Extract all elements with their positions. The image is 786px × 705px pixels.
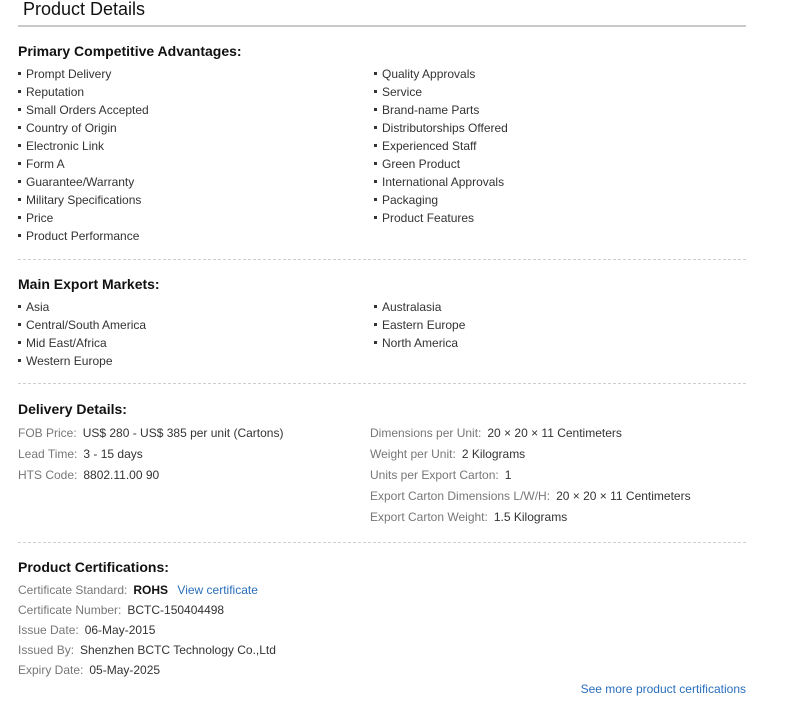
list-item: Product Features (374, 209, 746, 227)
advantages-section: Primary Competitive Advantages: Prompt D… (18, 42, 746, 245)
carton-dimensions-row: Export Carton Dimensions L/W/H: 20 × 20 ×… (370, 486, 746, 507)
certificate-standard-value: ROHS (133, 583, 169, 597)
list-item: Western Europe (18, 352, 374, 370)
issue-date-label: Issue Date: (18, 623, 79, 637)
fob-price-row: FOB Price: US$ 280 - US$ 385 per unit (Ca… (18, 423, 370, 444)
fob-price-label: FOB Price: (18, 426, 77, 440)
list-item: Green Product (374, 155, 746, 173)
section-divider (18, 542, 746, 543)
list-item: Reputation (18, 83, 374, 101)
lead-time-row: Lead Time: 3 - 15 days (18, 444, 370, 465)
list-item: Central/South America (18, 316, 374, 334)
certificate-number-value: BCTC-150404498 (127, 603, 225, 617)
view-certificate-link[interactable]: View certificate (177, 583, 257, 597)
expiry-date-row: Expiry Date: 05-May-2025 (18, 660, 746, 680)
units-row: Units per Export Carton: 1 (370, 465, 746, 486)
list-item: Guarantee/Warranty (18, 173, 374, 191)
page-title: Product Details (23, 0, 146, 19)
see-more-certifications-link[interactable]: See more product certifications (581, 680, 746, 698)
markets-right-list: Australasia Eastern Europe North America (374, 298, 746, 370)
section-divider (18, 383, 746, 384)
markets-left-list: Asia Central/South America Mid East/Afri… (18, 298, 374, 370)
delivery-heading: Delivery Details: (18, 401, 127, 417)
list-item: Eastern Europe (374, 316, 746, 334)
list-item: Experienced Staff (374, 137, 746, 155)
advantages-left-list: Prompt Delivery Reputation Small Orders … (18, 65, 374, 245)
list-item: Australasia (374, 298, 746, 316)
issue-date-row: Issue Date: 06-May-2015 (18, 620, 746, 640)
dimensions-label: Dimensions per Unit: (370, 426, 482, 440)
certificate-number-row: Certificate Number: BCTC-150404498 (18, 600, 746, 620)
dimensions-value: 20 × 20 × 11 Centimeters (487, 426, 622, 440)
advantages-heading: Primary Competitive Advantages: (18, 43, 242, 59)
list-item: Country of Origin (18, 119, 374, 137)
list-item: Price (18, 209, 374, 227)
list-item: Prompt Delivery (18, 65, 374, 83)
weight-label: Weight per Unit: (370, 447, 456, 461)
lead-time-value: 3 - 15 days (83, 447, 143, 461)
list-item: Product Performance (18, 227, 374, 245)
expiry-date-value: 05-May-2025 (89, 663, 161, 677)
delivery-left-column: FOB Price: US$ 280 - US$ 385 per unit (Ca… (18, 423, 370, 528)
list-item: Service (374, 83, 746, 101)
list-item: Packaging (374, 191, 746, 209)
list-item: Military Specifications (18, 191, 374, 209)
weight-value: 2 Kilograms (461, 447, 526, 461)
lead-time-label: Lead Time: (18, 447, 78, 461)
list-item: Small Orders Accepted (18, 101, 374, 119)
units-label: Units per Export Carton: (370, 468, 499, 482)
markets-section: Main Export Markets: Asia Central/South … (18, 275, 746, 370)
list-item: Asia (18, 298, 374, 316)
hts-code-value: 8802.11.00 90 (83, 468, 160, 482)
issued-by-label: Issued By: (18, 643, 75, 657)
list-item: Distributorships Offered (374, 119, 746, 137)
certifications-section: Product Certifications: Certificate Stan… (18, 558, 746, 680)
certificate-number-label: Certificate Number: (18, 603, 122, 617)
delivery-section: Delivery Details: FOB Price: US$ 280 - US… (18, 400, 746, 528)
hts-code-row: HTS Code: 8802.11.00 90 (18, 465, 370, 486)
list-item: Quality Approvals (374, 65, 746, 83)
weight-row: Weight per Unit: 2 Kilograms (370, 444, 746, 465)
markets-heading: Main Export Markets: (18, 276, 160, 292)
list-item: Brand-name Parts (374, 101, 746, 119)
delivery-right-column: Dimensions per Unit: 20 × 20 × 11 Centime… (370, 423, 746, 528)
carton-dimensions-label: Export Carton Dimensions L/W/H: (370, 489, 551, 503)
expiry-date-label: Expiry Date: (18, 663, 84, 677)
carton-weight-value: 1.5 Kilograms (493, 510, 568, 524)
issue-date-value: 06-May-2015 (84, 623, 156, 637)
fob-price-value: US$ 280 - US$ 385 per unit (Cartons) (82, 426, 284, 440)
list-item: International Approvals (374, 173, 746, 191)
issued-by-row: Issued By: Shenzhen BCTC Technology Co.,L… (18, 640, 746, 660)
issued-by-value: Shenzhen BCTC Technology Co.,Ltd (80, 643, 276, 657)
advantages-right-list: Quality Approvals Service Brand-name Par… (374, 65, 746, 245)
carton-weight-row: Export Carton Weight: 1.5 Kilograms (370, 507, 746, 528)
hts-code-label: HTS Code: (18, 468, 78, 482)
carton-weight-label: Export Carton Weight: (370, 510, 488, 524)
list-item: Form A (18, 155, 374, 173)
certificate-standard-label: Certificate Standard: (18, 583, 128, 597)
carton-dimensions-value: 20 × 20 × 11 Centimeters (556, 489, 691, 503)
section-divider (18, 259, 746, 260)
list-item: Electronic Link (18, 137, 374, 155)
list-item: North America (374, 334, 746, 352)
list-item: Mid East/Africa (18, 334, 374, 352)
units-value: 1 (504, 468, 512, 482)
certifications-heading: Product Certifications: (18, 559, 169, 575)
dimensions-row: Dimensions per Unit: 20 × 20 × 11 Centime… (370, 423, 746, 444)
certificate-standard-row: Certificate Standard: ROHS View certifica… (18, 580, 746, 600)
title-divider (18, 25, 746, 27)
